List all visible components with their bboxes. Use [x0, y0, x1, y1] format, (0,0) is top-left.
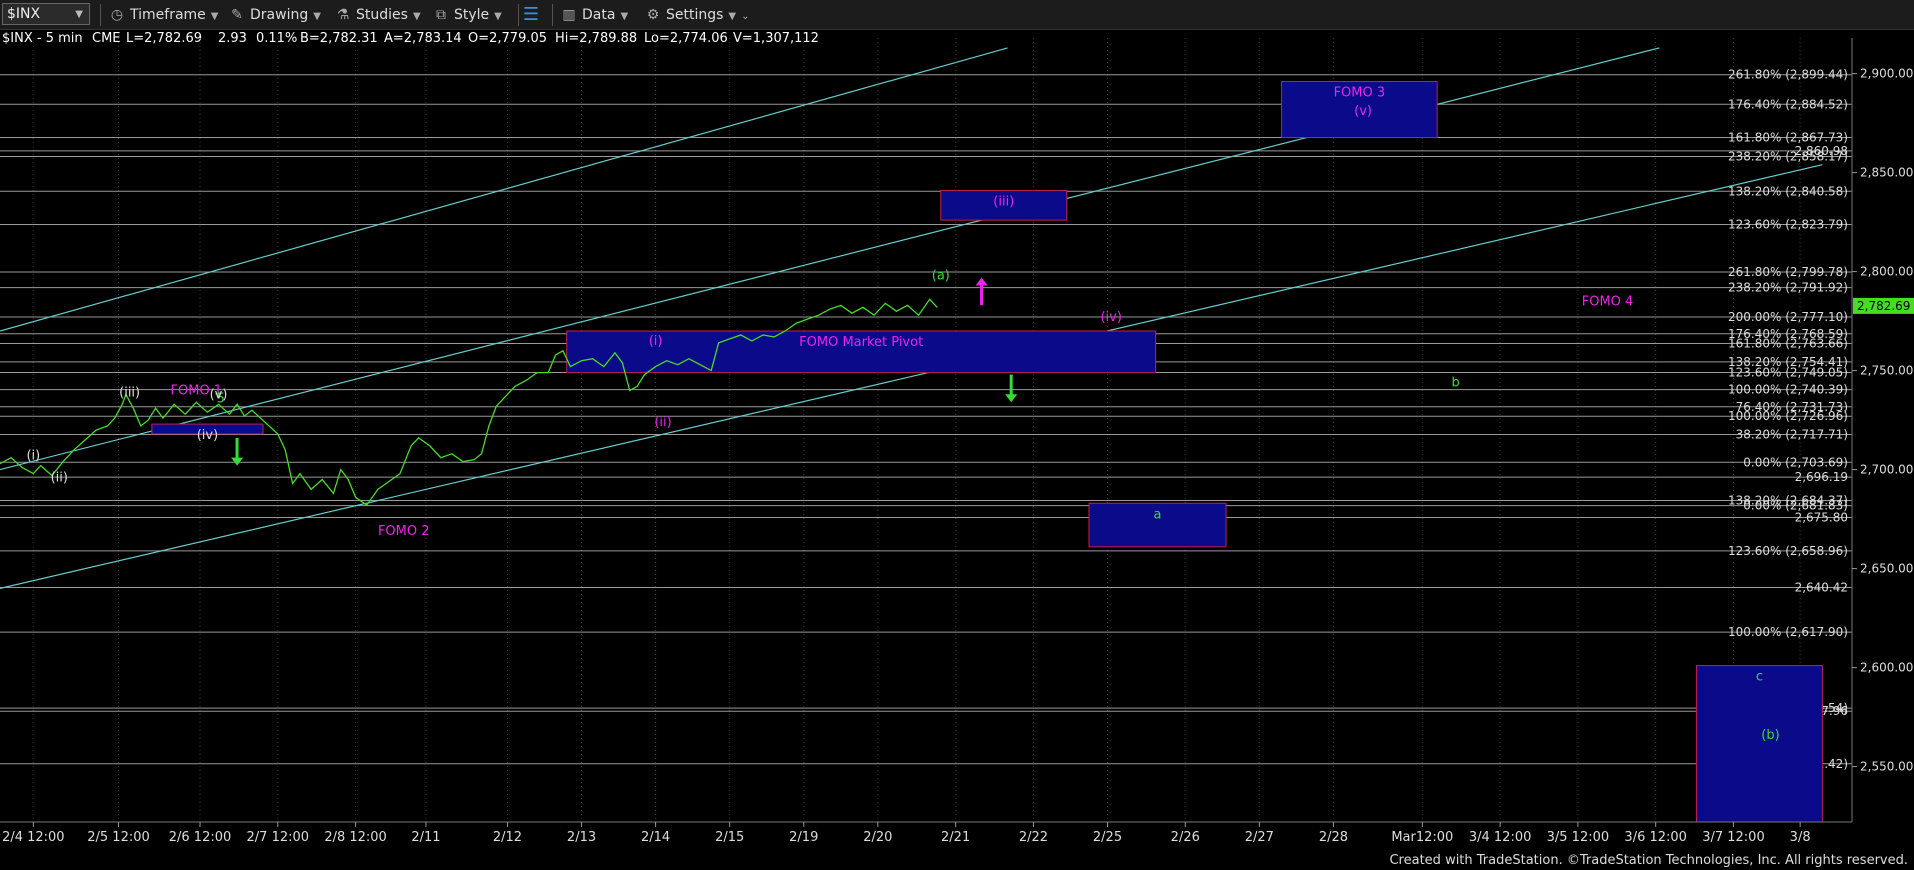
fib-label: 238.20% (2,858.17) — [1728, 149, 1848, 163]
fib-label: 2,696.19 — [1795, 470, 1848, 484]
fib-label: 176.40% (2,884.52) — [1728, 97, 1848, 111]
x-tick-label: 3/8 — [1790, 830, 1811, 845]
wave-label: FOMO 2 — [378, 524, 430, 539]
y-tick-label: 2,850.00 — [1860, 166, 1913, 180]
fib-label: 100.00% (2,726.96) — [1728, 409, 1848, 423]
fib-label: 100.00% (2,617.90) — [1728, 625, 1848, 639]
x-tick-label: 2/28 — [1319, 830, 1348, 845]
x-tick-label: 2/21 — [941, 830, 970, 845]
x-tick-label: 2/22 — [1019, 830, 1048, 845]
channel-line — [0, 47, 1008, 332]
fib-label: 2,640.42 — [1795, 581, 1848, 595]
x-tick-label: 2/6 12:00 — [169, 830, 232, 845]
x-tick-label: 2/19 — [789, 830, 818, 845]
zone-label: FOMO Market Pivot — [799, 335, 923, 350]
wave-label: (i) — [649, 334, 663, 349]
x-tick-label: 2/15 — [715, 830, 744, 845]
x-tick-label: 2/27 — [1245, 830, 1274, 845]
axis-background — [1852, 38, 1914, 822]
zone-label: c — [1756, 670, 1763, 685]
arrow-head — [1005, 394, 1018, 403]
x-tick-label: 2/11 — [411, 830, 440, 845]
zone-label: FOMO 3 — [1334, 86, 1386, 101]
y-tick-label: 2,600.00 — [1860, 661, 1913, 675]
fib-label: 0.00% (2,703.69) — [1743, 455, 1848, 469]
x-tick-label: 2/13 — [567, 830, 596, 845]
grid — [32, 38, 1801, 822]
wave-label: (v) — [210, 387, 228, 402]
fib-label: 261.80% (2,899.44) — [1728, 68, 1848, 82]
x-tick-label: 2/8 12:00 — [324, 830, 387, 845]
last-price-label: 2,782.69 — [1857, 299, 1910, 313]
price-line — [0, 298, 938, 507]
wave-label: (ii) — [51, 470, 68, 485]
price-chart[interactable]: 261.80% (2,899.44) 176.40% (2,884.52) 161.… — [0, 0, 1914, 870]
channel-line — [0, 164, 1823, 589]
y-tick-label: 2,800.00 — [1860, 265, 1913, 279]
fib-label: 138.20% (2,840.58) — [1728, 184, 1848, 198]
x-tick-label: 2/12 — [493, 830, 522, 845]
wave-label: (a) — [932, 269, 950, 284]
fib-label: 123.60% (2,658.96) — [1728, 544, 1848, 558]
time-axis: 2/4 12:00 2/5 12:00 2/6 12:00 2/7 12:00 2/8 … — [0, 821, 1852, 845]
target-zone — [1695, 665, 1823, 823]
footer-copyright: Created with TradeStation. ©TradeStation… — [1389, 853, 1908, 868]
x-tick-label: 2/5 12:00 — [87, 830, 150, 845]
zone-label: (iii) — [993, 194, 1014, 209]
wave-label: FOMO 4 — [1582, 294, 1634, 309]
wave-label: (i) — [26, 449, 40, 464]
x-tick-label: 3/4 12:00 — [1469, 830, 1532, 845]
fib-levels: 261.80% (2,899.44) 176.40% (2,884.52) 161.… — [0, 68, 1852, 771]
wave-label: b — [1452, 375, 1460, 390]
x-tick-label: 2/7 12:00 — [247, 830, 310, 845]
zone-label: a — [1154, 507, 1162, 522]
fib-label: 238.20% (2,791.92) — [1728, 281, 1848, 295]
x-tick-label: 3/7 12:00 — [1702, 830, 1765, 845]
price-axis: 2,550.00 2,600.00 2,650.00 2,700.00 2,750.00… — [1851, 38, 1914, 822]
fib-label: 200.00% (2,777.10) — [1728, 310, 1848, 324]
x-tick-label: 2/26 — [1171, 830, 1200, 845]
wave-label: (iii) — [119, 385, 140, 400]
x-tick-label: 2/14 — [641, 830, 670, 845]
wave-label: (v) — [1354, 104, 1372, 119]
y-tick-label: 2,900.00 — [1860, 67, 1913, 81]
fib-label: 100.00% (2,740.39) — [1728, 383, 1848, 397]
arrow-head — [231, 457, 244, 466]
fib-label: 161.80% (2,763.66) — [1728, 337, 1848, 351]
wave-annotations: FOMO 15FOMO 2FOMO 4(a)(iv)(i)(ii)(v)b(b)… — [26, 104, 1779, 743]
x-tick-label: Mar12:00 — [1391, 830, 1453, 845]
y-tick-label: 2,550.00 — [1860, 760, 1913, 774]
y-tick-label: 2,650.00 — [1860, 562, 1913, 576]
price-series — [0, 298, 938, 507]
wave-label: (b) — [1761, 728, 1779, 743]
x-tick-label: 3/6 12:00 — [1624, 830, 1687, 845]
y-tick-label: 2,750.00 — [1860, 364, 1913, 378]
zone-label: (iv) — [197, 428, 218, 443]
fib-label: 161.80% (2,867.73) — [1728, 131, 1848, 145]
fib-label: 123.60% (2,749.05) — [1728, 365, 1848, 379]
x-tick-label: 2/20 — [863, 830, 892, 845]
fib-label: 261.80% (2,799.78) — [1728, 265, 1848, 279]
wave-label: (iv) — [1100, 310, 1121, 325]
wave-label: (ii) — [654, 415, 671, 430]
fib-label: 2,675.80 — [1795, 511, 1848, 525]
x-tick-label: 3/5 12:00 — [1547, 830, 1610, 845]
x-tick-label: 2/4 12:00 — [2, 830, 65, 845]
fib-label: 123.60% (2,823.79) — [1728, 218, 1848, 232]
trend-channels — [0, 47, 1823, 589]
y-tick-label: 2,700.00 — [1860, 463, 1913, 477]
x-tick-label: 2/25 — [1093, 830, 1122, 845]
arrow-head — [975, 277, 988, 286]
fib-label: 38.20% (2,717.71) — [1736, 428, 1848, 442]
